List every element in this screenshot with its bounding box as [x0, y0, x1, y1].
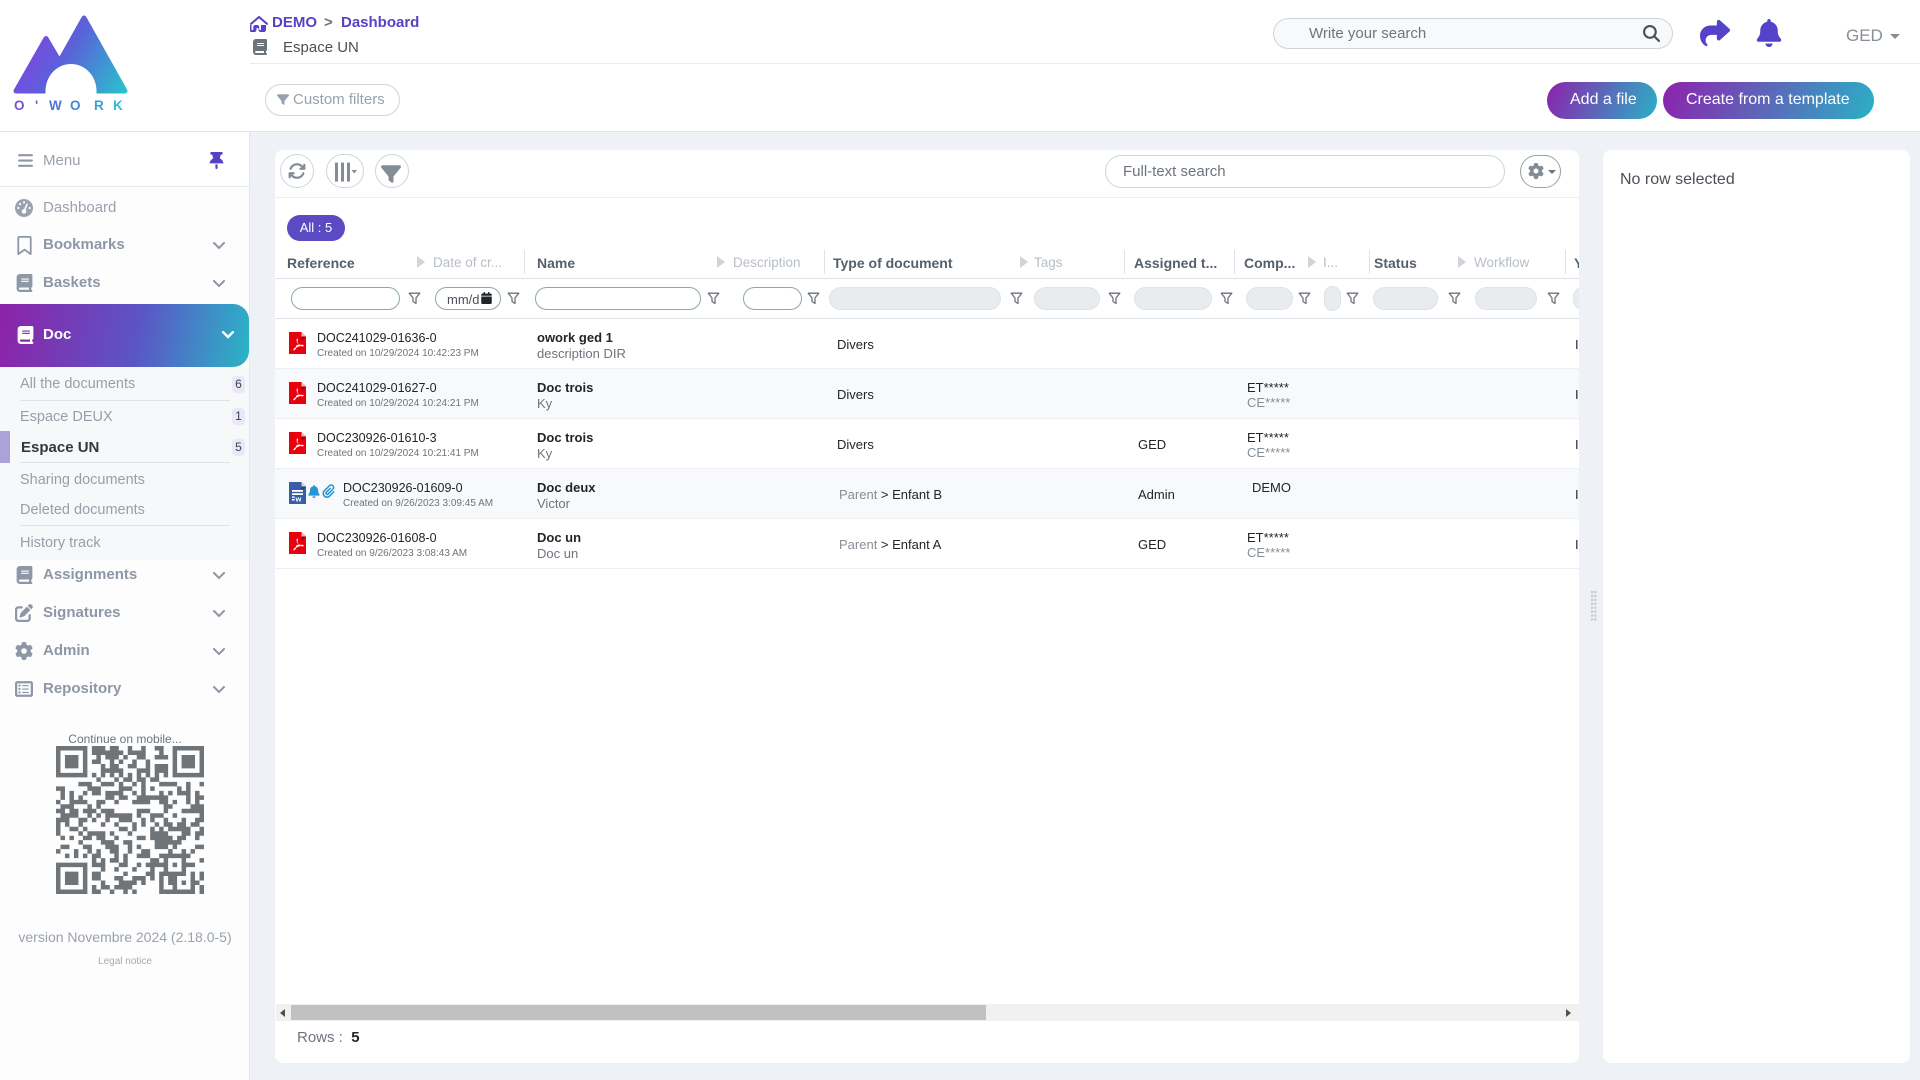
svg-text:': '	[35, 98, 38, 113]
svg-text:R: R	[94, 98, 104, 113]
svg-text:K: K	[113, 98, 123, 113]
svg-text:O: O	[70, 98, 81, 113]
svg-text:O: O	[14, 98, 25, 113]
svg-text:W: W	[49, 98, 62, 113]
